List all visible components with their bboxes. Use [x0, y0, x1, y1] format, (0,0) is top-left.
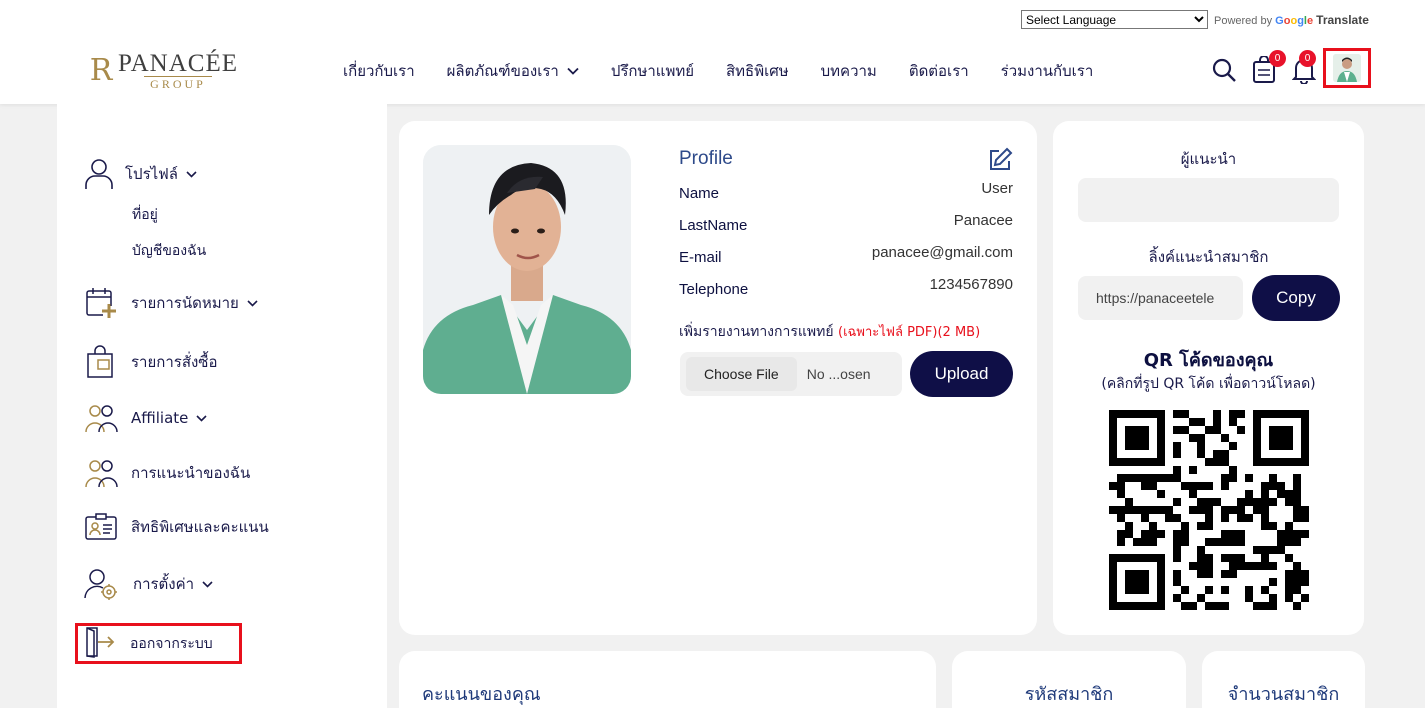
chevron-down-icon	[202, 580, 213, 588]
user-avatar-button[interactable]	[1323, 48, 1371, 88]
referral-link-title: ลิ้งค์แนะนำสมาชิก	[1148, 248, 1269, 266]
points-card: คะแนนของคุณ	[399, 651, 936, 708]
powered-by-google: Powered by Google Translate	[1214, 12, 1369, 27]
member-card-icon	[83, 509, 119, 545]
profile-email-value: panacee@gmail.com	[871, 244, 1013, 261]
file-status: No ...osen	[806, 366, 871, 382]
nav-products[interactable]: ผลิตภัณฑ์ของเรา	[447, 59, 579, 83]
shopping-bag-icon	[83, 344, 119, 380]
top-header: Select Language Powered by Google Transl…	[0, 0, 1425, 104]
profile-title: Profile	[679, 148, 733, 169]
qr-title: QR โค้ดของคุณ	[1143, 350, 1274, 371]
profile-name-row: Name User	[679, 180, 1013, 202]
copy-button[interactable]: Copy	[1252, 275, 1340, 321]
search-icon[interactable]	[1208, 52, 1240, 88]
sidebar-item-settings[interactable]: การตั้งค่า	[83, 566, 213, 602]
language-select[interactable]: Select Language	[1021, 10, 1208, 29]
referrer-field	[1078, 178, 1339, 222]
chevron-down-icon	[247, 299, 258, 307]
cart-button[interactable]: 0	[1248, 50, 1286, 88]
nav-articles[interactable]: บทความ	[821, 59, 877, 83]
nav-privileges[interactable]: สิทธิพิเศษ	[726, 59, 789, 83]
profile-email-row: E-mail panacee@gmail.com	[679, 244, 1013, 266]
calendar-plus-icon	[83, 285, 119, 321]
referral-card: ผู้แนะนำ ลิ้งค์แนะนำสมาชิก https://panac…	[1053, 121, 1364, 635]
sidebar-item-profile[interactable]: โปรไฟล์	[81, 156, 197, 192]
nav-consult-doctor[interactable]: ปรึกษาแพทย์	[611, 59, 694, 83]
profile-photo	[423, 145, 631, 394]
upload-button[interactable]: Upload	[910, 351, 1013, 397]
nav-about[interactable]: เกี่ยวกับเรา	[343, 59, 415, 83]
member-code-title: รหัสสมาชิก	[1024, 684, 1114, 705]
users-icon	[83, 400, 119, 436]
points-title: คะแนนของคุณ	[422, 684, 541, 705]
chevron-down-icon	[196, 414, 207, 422]
qr-code[interactable]	[1109, 410, 1309, 610]
user-settings-icon	[83, 566, 119, 602]
edit-icon[interactable]	[987, 147, 1013, 177]
profile-lastname-row: LastName Panacee	[679, 212, 1013, 234]
referral-link-field[interactable]: https://panaceetele	[1078, 276, 1243, 320]
avatar	[1333, 54, 1361, 82]
sidebar-item-my-referrals[interactable]: การแนะนำของฉัน	[83, 455, 250, 491]
sidebar-sub-my-account[interactable]: บัญชีของฉัน	[132, 240, 206, 262]
medical-report-note: (เฉพาะไฟล์ PDF)(2 MB)	[838, 325, 981, 340]
user-icon	[81, 156, 117, 192]
main-nav: เกี่ยวกับเรา ผลิตภัณฑ์ของเรา ปรึกษาแพทย์…	[343, 58, 1125, 84]
choose-file-button[interactable]: Choose File	[686, 357, 797, 391]
logo-sub: GROUP	[144, 76, 212, 91]
logo-mark: R	[89, 53, 113, 88]
sidebar-item-privileges[interactable]: สิทธิพิเศษและคะแนน	[83, 509, 269, 545]
profile-phone-value: 1234567890	[929, 276, 1013, 293]
referral-users-icon	[83, 455, 119, 491]
logo-brand: PANACÉE	[118, 50, 238, 77]
logout-icon	[84, 626, 116, 662]
qr-subtitle: (คลิกที่รูป QR โค้ด เพื่อดาวน์โหลด)	[1101, 376, 1316, 392]
sidebar-item-affiliate[interactable]: Affiliate	[83, 400, 207, 436]
profile-lastname-value: Panacee	[953, 212, 1013, 229]
profile-phone-row: Telephone 1234567890	[679, 276, 1013, 298]
file-input[interactable]: Choose File No ...osen	[680, 352, 902, 396]
member-code-card: รหัสสมาชิก	[952, 651, 1186, 708]
member-count-title: จำนวนสมาชิก	[1227, 684, 1340, 705]
translate-link[interactable]: Translate	[1316, 13, 1369, 27]
notification-count-badge: 0	[1299, 50, 1316, 67]
medical-report-label: เพิ่มรายงานทางการแพทย์ (เฉพาะไฟล์ PDF)(2…	[679, 324, 981, 340]
profile-name-value: User	[981, 180, 1013, 197]
cart-count-badge: 0	[1269, 50, 1286, 67]
chevron-down-icon	[186, 170, 197, 178]
sidebar-item-appointments[interactable]: รายการนัดหมาย	[83, 285, 258, 321]
nav-contact[interactable]: ติดต่อเรา	[909, 59, 969, 83]
member-count-card: จำนวนสมาชิก	[1202, 651, 1365, 708]
logout-button[interactable]: ออกจากระบบ	[75, 623, 242, 664]
language-bar: Select Language Powered by Google Transl…	[1021, 10, 1369, 29]
sidebar-item-orders[interactable]: รายการสั่งซื้อ	[83, 344, 218, 380]
panacee-logo[interactable]: R PANACÉE GROUP	[84, 50, 239, 92]
notification-button[interactable]: 0	[1288, 50, 1320, 88]
profile-card: Profile Name User LastName Panacee E-mai…	[399, 121, 1037, 635]
nav-careers[interactable]: ร่วมงานกับเรา	[1001, 59, 1094, 83]
chevron-down-icon	[567, 67, 579, 75]
referrer-title: ผู้แนะนำ	[1180, 150, 1237, 168]
account-sidebar: โปรไฟล์ ที่อยู่ บัญชีของฉัน รายการนัดหมา…	[57, 104, 387, 708]
sidebar-sub-address[interactable]: ที่อยู่	[132, 204, 158, 226]
